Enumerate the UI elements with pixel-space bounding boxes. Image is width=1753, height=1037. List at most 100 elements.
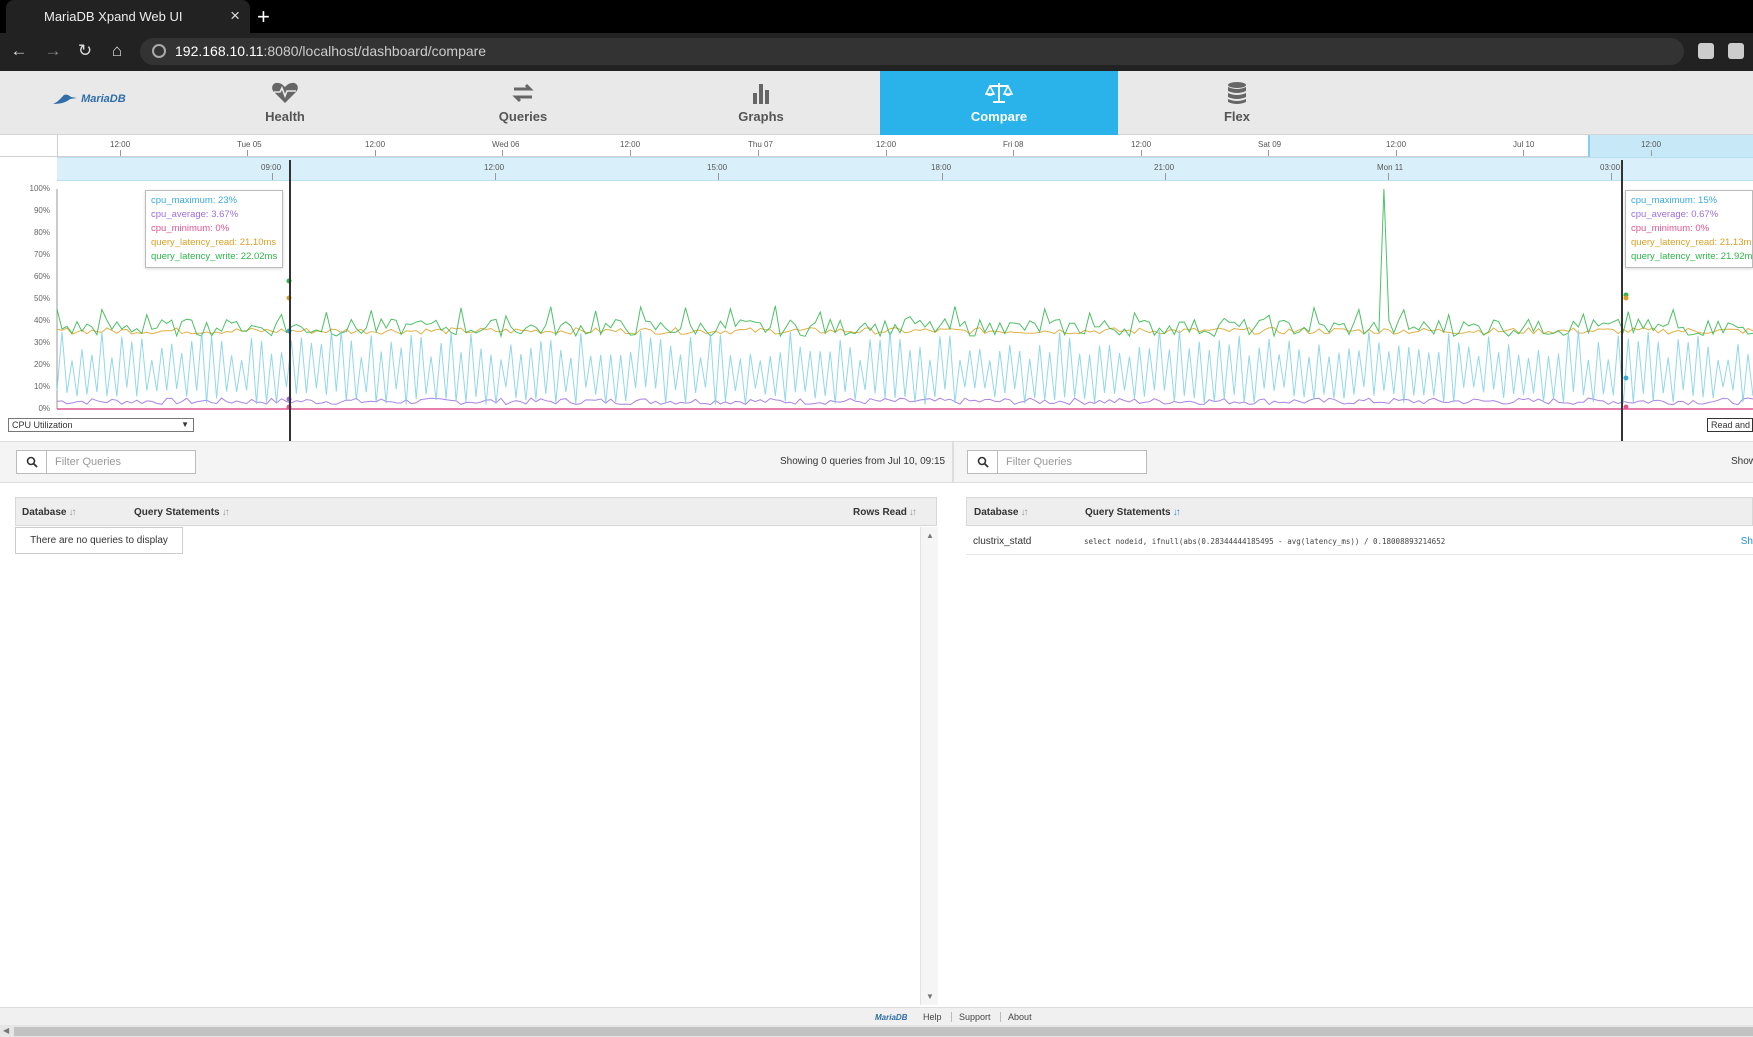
overview-tick-label: Wed 06 [492,140,520,149]
row-query: select nodeid, ifnull(abs(0.283444441854… [1084,537,1446,546]
left-search-button[interactable] [16,450,47,474]
left-showing-text: Showing 0 queries from Jul 10, 09:15 [780,456,946,467]
overview-tick-label: Fri 08 [1003,140,1024,149]
metric-select-right[interactable]: Read and [1707,418,1753,432]
tab-close-icon[interactable]: × [230,6,240,26]
overview-tick [120,150,121,156]
tooltip-left-cpu-min: cpu_minimum: 0% [151,223,230,234]
new-tab-button[interactable]: + [257,4,270,30]
col-database[interactable]: Database ↓↑ [22,507,76,518]
tooltip-right-cpu-min: cpu_minimum: 0% [1631,223,1710,234]
right-filter-input[interactable]: Filter Queries [997,450,1147,474]
detail-tick [495,173,496,180]
overview-tick [1268,150,1269,156]
cursor-point-marker [1623,404,1629,410]
overview-tick-label: Sat 09 [1258,140,1282,149]
metric-select[interactable]: CPU Utilization ▼ [8,418,194,432]
row-show-link[interactable]: Sh [1741,536,1753,547]
col-database-label: Database [22,507,67,518]
col-query-statements[interactable]: Query Statements ↓↑ [134,507,230,518]
col-query-label: Query Statements [134,507,220,518]
overview-selection-handle[interactable] [1588,135,1753,157]
nav-compare[interactable]: Compare [880,71,1118,135]
footer-help-link[interactable]: Help [916,1012,949,1022]
overview-tick [1013,150,1014,156]
cpu-average-line [56,397,1753,406]
col-rows-read[interactable]: Rows Read ↓↑ [853,507,917,518]
overview-left-edge [57,135,58,157]
overview-tick-label: Tue 05 [237,140,262,149]
scroll-up-icon[interactable]: ▲ [926,531,934,540]
overview-tick [502,150,503,156]
footer-support-link[interactable]: Support [951,1012,998,1022]
overview-tick [1396,150,1397,156]
nav-queries-label: Queries [498,109,548,124]
col-rows-read-label: Rows Read [853,507,907,518]
footer-logo: MariaDB [875,1013,908,1022]
overview-tick-label: 12:00 [620,140,641,149]
site-info-icon[interactable] [152,44,166,58]
overview-tick-label: Jul 10 [1513,140,1535,149]
overview-tick [630,150,631,156]
browser-tabbar: MariaDB Xpand Web UI × + [0,0,1753,33]
overview-tick-label: 12:00 [365,140,386,149]
footer-about-link[interactable]: About [1000,1012,1039,1022]
left-filter-input[interactable]: Filter Queries [46,450,196,474]
overview-tick [247,150,248,156]
sort-icon[interactable]: ↓↑ [68,507,76,518]
detail-tick-label: Mon 11 [1377,163,1404,172]
tooltip-right: cpu_maximum: 15% cpu_average: 0.67% cpu_… [1625,190,1753,268]
nav-queries[interactable]: Queries [404,71,642,135]
detail-tick-label: 21:00 [1154,163,1175,172]
mariadb-logo[interactable]: MariaDB [52,93,132,113]
right-compare-cursor[interactable] [1621,160,1623,442]
home-icon[interactable]: ⌂ [106,40,128,62]
row-database: clustrix_statd [973,536,1032,547]
col-query-label: Query Statements [1085,507,1171,518]
browser-tab[interactable]: MariaDB Xpand Web UI × [6,0,250,33]
metric-select-right-value: Read and [1711,420,1751,430]
cpu-maximum-line [56,330,1753,405]
col-query-statements[interactable]: Query Statements ↓↑ [1085,507,1181,518]
sort-icon[interactable]: ↓↑ [1020,507,1028,518]
nav-flex[interactable]: Flex [1118,71,1356,135]
table-row[interactable]: clustrix_statd select nodeid, ifnull(abs… [966,527,1753,555]
nav-health[interactable]: Health [166,71,404,135]
search-icon [977,456,989,468]
sort-icon[interactable]: ↓↑ [909,507,917,518]
scroll-down-icon[interactable]: ▼ [926,992,934,1001]
detail-tick [272,173,273,180]
tab-title: MariaDB Xpand Web UI [44,9,183,24]
overview-tick [1141,150,1142,156]
address-bar[interactable]: 192.168.10.11:8080/localhost/dashboard/c… [140,38,1684,65]
col-database[interactable]: Database ↓↑ [974,507,1028,518]
detail-tick-label: 03:00 [1600,163,1621,172]
nav-graphs[interactable]: Graphs [642,71,880,135]
overview-tick [758,150,759,156]
nav-compare-label: Compare [970,109,1028,124]
overview-tick [1523,150,1524,156]
right-search-button[interactable] [967,450,998,474]
profile-icon[interactable] [1728,43,1744,59]
reload-icon[interactable]: ↻ [74,40,96,62]
scroll-left-icon[interactable]: ◀ [3,1026,9,1035]
overview-timeline[interactable]: 12:00 Tue 05 12:00 Wed 06 12:00 Thu 07 12:00 Fr… [0,135,1753,157]
forward-icon[interactable]: → [42,40,64,62]
left-compare-cursor[interactable] [289,160,291,442]
metric-select-value: CPU Utilization [12,420,73,430]
back-icon[interactable]: ← [8,40,30,62]
scrollbar-thumb[interactable] [14,1027,1753,1036]
tooltip-right-latency-write: query_latency_write: 21.92ms [1631,251,1753,262]
browser-toolbar: ← → ↻ ⌂ 192.168.10.11:8080/localhost/das… [0,33,1753,71]
detail-tick-label: 09:00 [261,163,282,172]
detail-timeline[interactable]: 09:00 12:00 15:00 18:00 21:00 Mon 11 03:00 [57,157,1753,181]
overview-tick-label: 12:00 [1641,140,1662,149]
sort-icon[interactable]: ↓↑ [222,507,230,518]
left-table-scrollbar[interactable]: ▲ ▼ [920,527,938,1005]
right-filter-bar: Filter Queries Show [954,441,1753,483]
sort-active-icon[interactable]: ↓↑ [1173,507,1181,518]
extension-icon[interactable] [1698,43,1714,59]
bar-chart-icon [753,84,769,104]
horizontal-scrollbar[interactable]: ◀ [0,1025,1753,1037]
logo-text: MariaDB [81,93,126,105]
